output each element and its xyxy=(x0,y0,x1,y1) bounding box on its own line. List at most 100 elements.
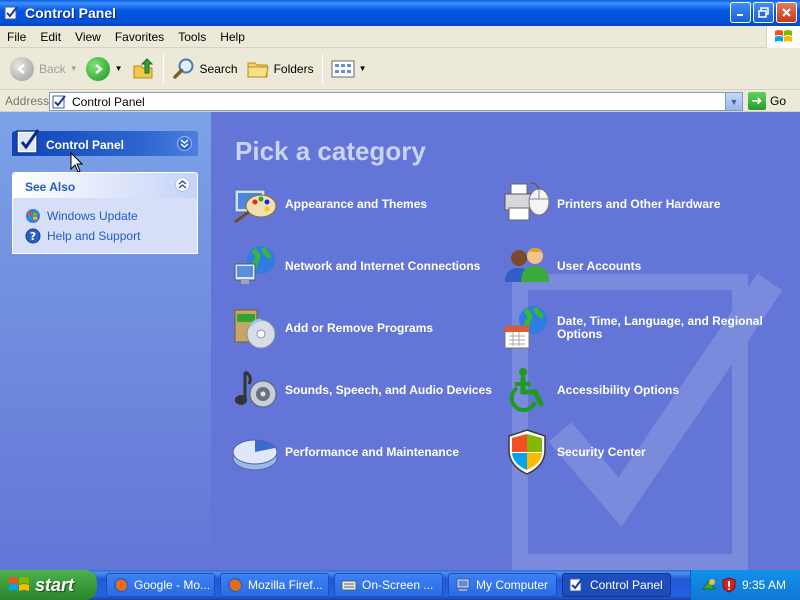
windows-update-label: Windows Update xyxy=(47,209,138,223)
start-label: start xyxy=(35,574,75,595)
help-and-support-label: Help and Support xyxy=(47,229,141,243)
forward-arrow-icon xyxy=(85,56,110,81)
category-appearance-themes[interactable]: Appearance and Themes xyxy=(231,180,427,228)
mouse-cursor-icon xyxy=(70,152,84,173)
go-button[interactable]: ➜ Go xyxy=(748,92,786,110)
toolbar-separator xyxy=(321,53,323,84)
folders-button[interactable]: Folders xyxy=(242,52,318,86)
system-tray: 9:35 AM xyxy=(690,570,800,600)
taskbar-button-label: My Computer xyxy=(476,578,549,592)
my-computer-icon xyxy=(456,578,470,591)
menu-bar: File Edit View Favorites Tools Help xyxy=(0,26,800,48)
taskbar-button-label: On-Screen ... xyxy=(362,578,434,592)
network-icon xyxy=(234,246,275,284)
address-value: Control Panel xyxy=(72,94,145,109)
category-label: Security Center xyxy=(557,444,646,459)
see-also-title: See Also xyxy=(25,180,76,194)
close-button[interactable] xyxy=(776,2,797,23)
firefox-icon xyxy=(114,578,128,592)
address-field[interactable]: Control Panel ▼ xyxy=(49,92,743,111)
back-button[interactable]: Back ▼ xyxy=(6,52,82,86)
forward-button[interactable]: ▼ xyxy=(82,52,127,86)
category-label: Printers and Other Hardware xyxy=(557,196,721,211)
firefox-icon xyxy=(228,578,242,592)
title-bar[interactable]: Control Panel xyxy=(0,0,800,26)
taskbar-button-control-panel[interactable]: Control Panel xyxy=(562,573,671,597)
category-printers-hardware[interactable]: Printers and Other Hardware xyxy=(503,180,720,228)
up-folder-button[interactable] xyxy=(127,52,159,86)
see-also-header[interactable]: See Also xyxy=(13,173,197,198)
windows-update-link[interactable]: Windows Update xyxy=(25,208,138,224)
taskbar-button-label: Google - Mo... xyxy=(134,578,211,592)
menu-favorites[interactable]: Favorites xyxy=(108,30,171,44)
category-date-time-regional[interactable]: Date, Time, Language, and Regional Optio… xyxy=(503,304,767,352)
control-panel-panel-header[interactable]: Control Panel xyxy=(12,129,198,156)
category-label: Sounds, Speech, and Audio Devices xyxy=(285,382,492,397)
menu-view[interactable]: View xyxy=(68,30,108,44)
chevron-down-icon[interactable] xyxy=(177,136,192,151)
menu-file[interactable]: File xyxy=(0,30,33,44)
printer-hardware-icon xyxy=(504,182,550,221)
category-view: Pick a category Appearance and Themes Ne… xyxy=(211,112,800,570)
security-alert-tray-icon[interactable] xyxy=(721,577,737,593)
accessibility-icon xyxy=(509,368,544,412)
views-dropdown-icon[interactable]: ▼ xyxy=(359,64,367,73)
security-center-icon xyxy=(508,429,546,475)
appearance-themes-icon xyxy=(234,189,277,224)
category-accessibility[interactable]: Accessibility Options xyxy=(503,366,679,414)
toolbar-separator xyxy=(162,53,164,84)
category-label: Date, Time, Language, and Regional Optio… xyxy=(557,314,763,341)
up-folder-icon xyxy=(133,57,153,78)
back-label: Back xyxy=(39,61,66,76)
category-security-center[interactable]: Security Center xyxy=(503,428,646,476)
category-sounds-audio[interactable]: Sounds, Speech, and Audio Devices xyxy=(231,366,492,414)
search-button[interactable]: Search xyxy=(168,52,242,86)
category-label: Accessibility Options xyxy=(557,382,680,397)
windows-logo-icon xyxy=(9,577,29,591)
control-panel-icon xyxy=(569,578,583,592)
task-pane: Control Panel See Also Windows Update ? xyxy=(0,112,211,570)
menu-tools[interactable]: Tools xyxy=(171,30,213,44)
go-label: Go xyxy=(770,94,787,108)
menu-edit[interactable]: Edit xyxy=(33,30,68,44)
taskbar-button-google-firefox[interactable]: Google - Mo... xyxy=(106,573,215,597)
views-icon xyxy=(331,60,355,77)
clock[interactable]: 9:35 AM xyxy=(742,578,786,592)
folders-label: Folders xyxy=(273,61,314,76)
taskbar-button-label: Mozilla Firef... xyxy=(248,578,323,592)
taskbar-button-on-screen-keyboard[interactable]: On-Screen ... xyxy=(334,573,443,597)
views-button[interactable]: ▼ xyxy=(327,52,371,86)
forward-dropdown-icon[interactable]: ▼ xyxy=(115,64,123,73)
date-time-regional-icon xyxy=(504,306,547,349)
address-dropdown-icon[interactable]: ▼ xyxy=(725,93,742,110)
network-tray-icon[interactable] xyxy=(701,577,717,593)
minimize-icon xyxy=(737,14,743,16)
taskbar-button-my-computer[interactable]: My Computer xyxy=(448,573,557,597)
category-label: Performance and Maintenance xyxy=(285,444,460,459)
address-bar: Address Control Panel ▼ ➜ Go xyxy=(0,90,800,112)
help-and-support-link[interactable]: ? Help and Support xyxy=(25,228,140,244)
menu-help[interactable]: Help xyxy=(213,30,252,44)
category-add-remove-programs[interactable]: Add or Remove Programs xyxy=(231,304,433,352)
back-dropdown-icon[interactable]: ▼ xyxy=(70,64,78,73)
search-icon xyxy=(172,58,194,79)
keyboard-icon xyxy=(341,580,357,591)
go-arrow-icon: ➜ xyxy=(748,92,766,110)
chevron-up-icon[interactable] xyxy=(175,177,190,192)
search-label: Search xyxy=(199,61,238,76)
taskbar-button-mozilla-firefox[interactable]: Mozilla Firef... xyxy=(220,573,329,597)
minimize-button[interactable] xyxy=(730,2,751,23)
page-title: Pick a category xyxy=(235,136,426,166)
see-also-panel: See Also Windows Update ? Help and Suppo… xyxy=(12,172,198,254)
maximize-button[interactable] xyxy=(753,2,774,23)
start-button[interactable]: start xyxy=(0,570,97,600)
category-performance-maintenance[interactable]: Performance and Maintenance xyxy=(231,428,459,476)
sounds-audio-icon xyxy=(235,370,277,408)
folders-icon xyxy=(247,62,269,77)
user-accounts-icon xyxy=(505,248,549,282)
control-panel-panel-title[interactable]: Control Panel xyxy=(46,138,124,152)
toolbar: Back ▼ ▼ Search Folders ▼ xyxy=(0,48,800,90)
add-remove-programs-icon xyxy=(234,309,276,349)
category-network-internet[interactable]: Network and Internet Connections xyxy=(231,242,480,290)
category-user-accounts[interactable]: User Accounts xyxy=(503,242,641,290)
